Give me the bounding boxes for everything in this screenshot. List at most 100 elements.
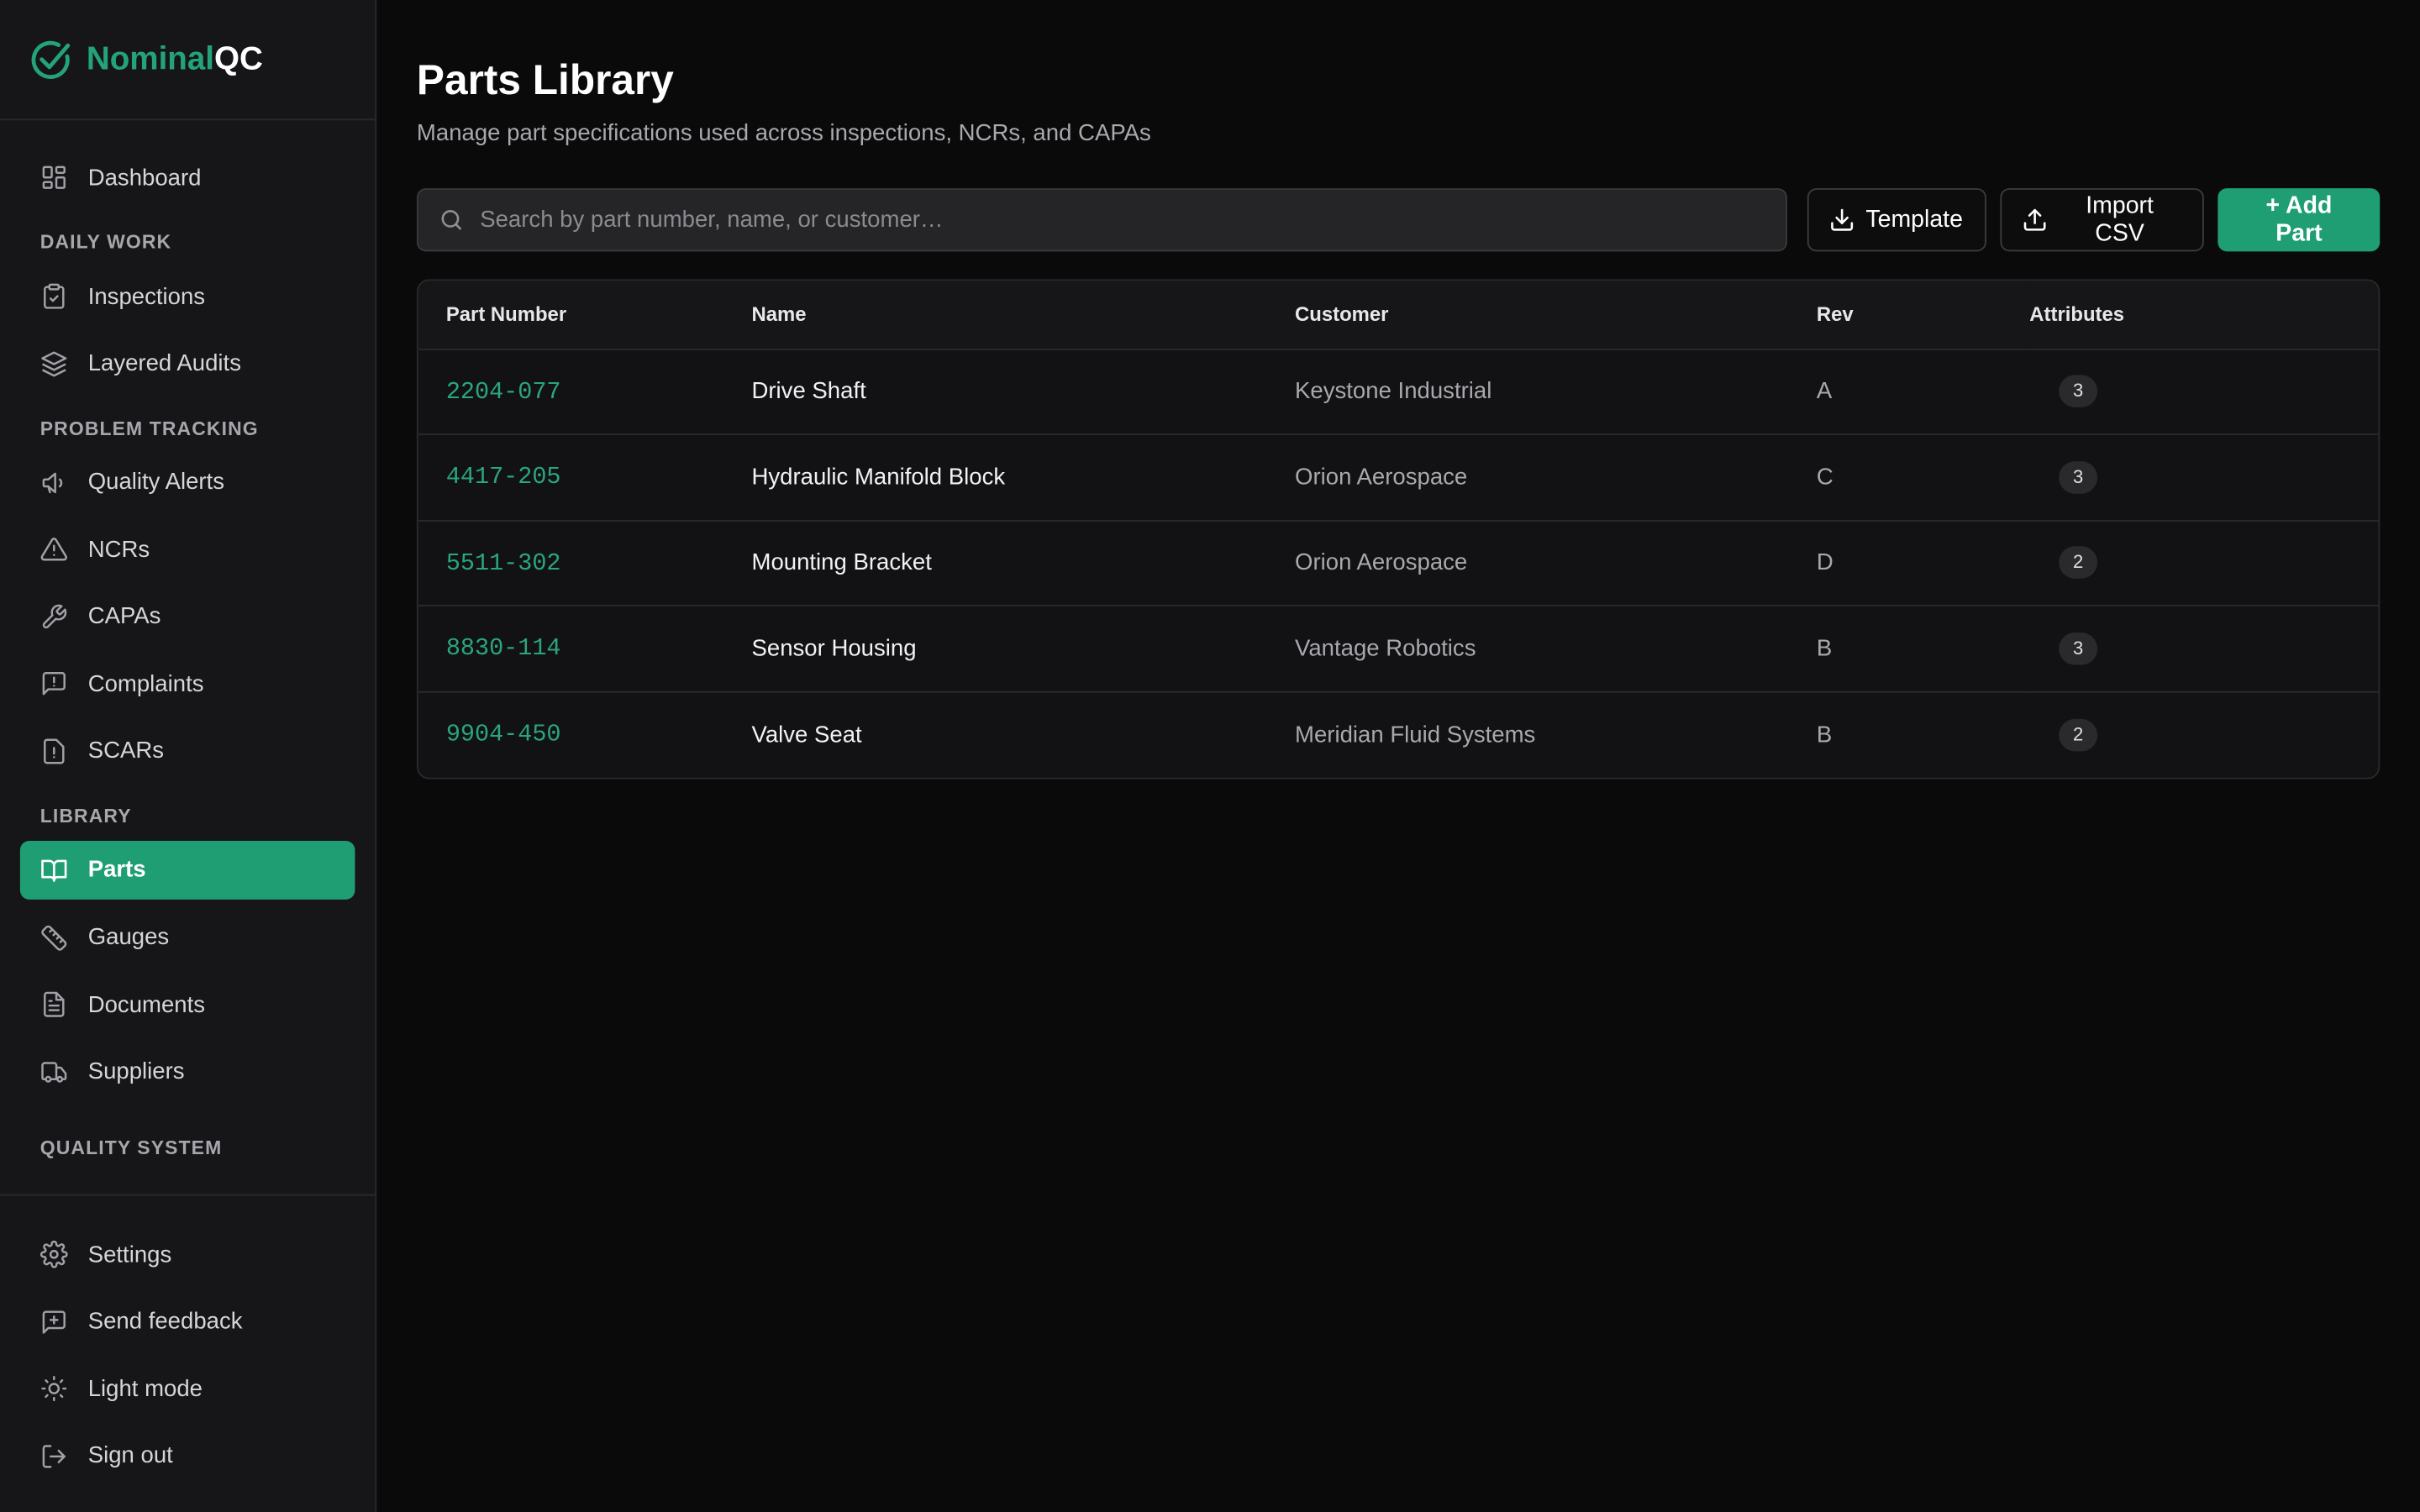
part-customer: Orion Aerospace bbox=[1295, 519, 1817, 606]
sidebar-item-label: Send feedback bbox=[87, 1308, 243, 1335]
sidebar-item-label: SCARs bbox=[87, 738, 165, 765]
sidebar-item-label: Parts bbox=[87, 857, 146, 884]
part-name: Hydraulic Manifold Block bbox=[751, 434, 1296, 521]
part-number-link[interactable]: 4417-205 bbox=[418, 434, 752, 521]
sidebar-item-ncrs[interactable]: NCRs bbox=[20, 520, 355, 579]
sidebar-item-dashboard[interactable]: Dashboard bbox=[20, 148, 355, 207]
sidebar-item-label: Layered Audits bbox=[87, 350, 241, 377]
sidebar-item-send-feedback[interactable]: Send feedback bbox=[20, 1292, 355, 1351]
search-icon bbox=[439, 207, 465, 233]
sidebar-item-label: Quality Alerts bbox=[87, 469, 225, 496]
column-header-rev[interactable]: Rev bbox=[1816, 281, 2030, 350]
section-label-problem-tracking: PROBLEM TRACKING bbox=[39, 417, 259, 439]
sidebar-nav[interactable]: Dashboard DAILY WORK Inspections Layered… bbox=[0, 120, 375, 1194]
attributes-count-badge: 2 bbox=[2059, 718, 2098, 751]
sidebar-item-settings[interactable]: Settings bbox=[20, 1225, 355, 1284]
sidebar-item-suppliers[interactable]: Suppliers bbox=[20, 1042, 355, 1101]
brand-name-part1: Nominal bbox=[86, 40, 215, 76]
part-number-link[interactable]: 8830-114 bbox=[418, 605, 752, 692]
sidebar-item-label: Dashboard bbox=[87, 164, 202, 191]
app-shell: NominalQC Dashboard DAILY WORK Inspectio… bbox=[0, 0, 2420, 1512]
part-number-link[interactable]: 9904-450 bbox=[418, 691, 752, 777]
column-header-name[interactable]: Name bbox=[751, 281, 1296, 350]
part-customer: Orion Aerospace bbox=[1295, 434, 1817, 521]
section-label-library: LIBRARY bbox=[39, 805, 132, 827]
table-row[interactable]: 8830-114 Sensor Housing Vantage Robotics… bbox=[418, 605, 2379, 692]
attributes-count-badge: 2 bbox=[2059, 546, 2098, 580]
attributes-cell: 2 bbox=[2029, 519, 2379, 606]
import-csv-button[interactable]: Import CSV bbox=[2000, 188, 2205, 252]
brand-logo[interactable]: NominalQC bbox=[0, 0, 376, 121]
page-subtitle: Manage part specifications used across i… bbox=[416, 120, 1151, 147]
sidebar-item-capas[interactable]: CAPAs bbox=[20, 587, 355, 646]
sidebar-item-quality-alerts[interactable]: Quality Alerts bbox=[20, 453, 355, 512]
sidebar-item-parts[interactable]: Parts bbox=[19, 840, 355, 900]
sidebar-item-label: Light mode bbox=[87, 1375, 203, 1403]
part-rev: B bbox=[1816, 721, 1833, 748]
page-title: Parts Library bbox=[416, 56, 674, 104]
message-alert-icon bbox=[40, 670, 68, 698]
part-name: Mounting Bracket bbox=[751, 519, 1296, 606]
part-customer: Keystone Industrial bbox=[1295, 349, 1817, 435]
sidebar-item-light-mode[interactable]: Light mode bbox=[20, 1360, 355, 1419]
sidebar-item-label: Inspections bbox=[87, 283, 206, 310]
table-row[interactable]: 9904-450 Valve Seat Meridian Fluid Syste… bbox=[418, 691, 2379, 777]
sidebar-item-sign-out[interactable]: Sign out bbox=[20, 1427, 355, 1486]
sidebar-item-label: Settings bbox=[87, 1241, 172, 1268]
search-input[interactable] bbox=[480, 207, 1786, 234]
sidebar-item-label: Complaints bbox=[87, 670, 204, 697]
file-alert-icon bbox=[40, 738, 68, 765]
part-number-link[interactable]: 2204-077 bbox=[418, 349, 752, 435]
add-part-button[interactable]: + Add Part bbox=[2217, 188, 2381, 252]
sidebar-item-gauges[interactable]: Gauges bbox=[20, 908, 355, 967]
search-box[interactable] bbox=[416, 188, 1787, 252]
attributes-cell: 3 bbox=[2029, 434, 2379, 521]
sidebar-item-label: Suppliers bbox=[87, 1058, 185, 1085]
column-header-part-number[interactable]: Part Number bbox=[418, 281, 752, 350]
sidebar: NominalQC Dashboard DAILY WORK Inspectio… bbox=[0, 0, 377, 1512]
part-customer: Meridian Fluid Systems bbox=[1295, 721, 1536, 748]
attributes-cell: 2 bbox=[2029, 691, 2378, 777]
sidebar-item-label: Documents bbox=[87, 991, 206, 1018]
column-header-attributes[interactable]: Attributes bbox=[2029, 281, 2379, 350]
parts-table: Part Number Name Customer Rev Attributes… bbox=[416, 279, 2381, 779]
upload-icon bbox=[2022, 207, 2048, 233]
section-label-daily-work: DAILY WORK bbox=[39, 231, 172, 254]
warning-triangle-icon bbox=[40, 536, 68, 564]
import-csv-button-label: Import CSV bbox=[2086, 192, 2154, 246]
template-button[interactable]: Template bbox=[1807, 188, 1986, 252]
part-number-link[interactable]: 5511-302 bbox=[418, 519, 752, 606]
megaphone-icon bbox=[40, 469, 68, 496]
sidebar-item-label: Gauges bbox=[87, 924, 170, 951]
wrench-icon bbox=[40, 603, 68, 631]
sidebar-item-label: CAPAs bbox=[87, 603, 161, 630]
table-row[interactable]: 5511-302 Mounting Bracket Orion Aerospac… bbox=[418, 519, 2379, 606]
sidebar-item-complaints[interactable]: Complaints bbox=[20, 654, 355, 713]
sidebar-item-layered-audits[interactable]: Layered Audits bbox=[20, 334, 355, 393]
toolbar: Template Import CSV + Add Part bbox=[416, 188, 2381, 252]
part-name: Sensor Housing bbox=[751, 605, 1296, 692]
part-name: Valve Seat bbox=[751, 721, 862, 748]
clipboard-check-icon bbox=[40, 282, 68, 310]
file-text-icon bbox=[40, 990, 68, 1018]
book-open-icon bbox=[40, 856, 68, 884]
table-row[interactable]: 2204-077 Drive Shaft Keystone Industrial… bbox=[418, 349, 2379, 435]
sidebar-item-scars[interactable]: SCARs bbox=[20, 722, 355, 781]
brand-name: NominalQC bbox=[87, 41, 263, 78]
part-customer: Vantage Robotics bbox=[1295, 605, 1817, 692]
table-row[interactable]: 4417-205 Hydraulic Manifold Block Orion … bbox=[418, 434, 2379, 521]
sidebar-item-documents[interactable]: Documents bbox=[20, 975, 355, 1034]
sidebar-footer: Settings Send feedback Light mode Sign o… bbox=[0, 1194, 376, 1512]
truck-icon bbox=[40, 1058, 68, 1086]
attributes-count-badge: 3 bbox=[2059, 375, 2098, 408]
brand-name-part2: QC bbox=[214, 40, 263, 76]
sidebar-item-inspections[interactable]: Inspections bbox=[20, 267, 355, 326]
part-rev: A bbox=[1816, 349, 2030, 435]
message-plus-icon bbox=[40, 1308, 68, 1336]
ruler-icon bbox=[40, 923, 68, 951]
log-out-icon bbox=[40, 1442, 68, 1470]
attributes-cell: 3 bbox=[2029, 349, 2379, 435]
download-icon bbox=[1828, 207, 1854, 233]
column-header-customer[interactable]: Customer bbox=[1295, 281, 1817, 350]
attributes-cell: 3 bbox=[2029, 605, 2379, 692]
